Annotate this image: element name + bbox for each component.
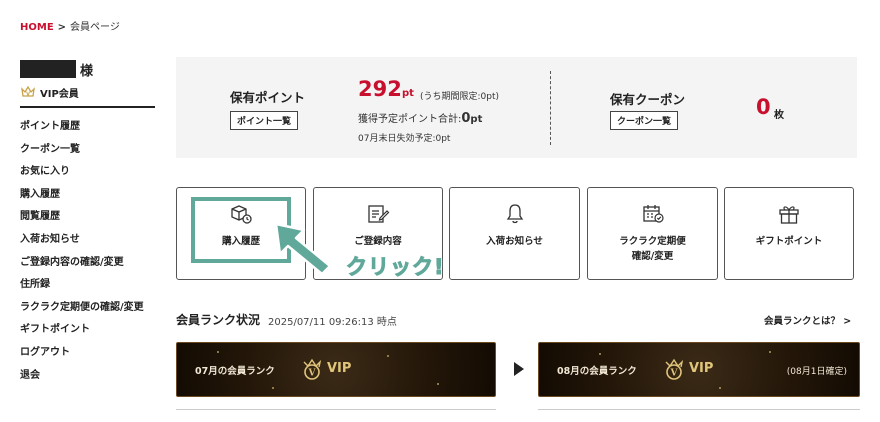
- edit-document-icon: [368, 205, 390, 223]
- vip-crest-icon: V: [665, 358, 684, 380]
- current-rank-value: VIP: [327, 361, 352, 376]
- sidebar-item-withdraw[interactable]: 退会: [20, 367, 144, 390]
- expiring-points: 07月末日失効予定:0pt: [358, 134, 451, 144]
- points-value: 292: [358, 77, 402, 101]
- coupon-list-button[interactable]: クーポン一覧: [610, 111, 679, 130]
- gift-icon: [779, 206, 799, 224]
- sidebar-item-point-history[interactable]: ポイント履歴: [20, 118, 144, 141]
- redacted-username: [20, 60, 76, 78]
- tile-subscription-label: ラクラク定期便 確認/変更: [619, 234, 686, 264]
- rank-next-arrow-icon: [514, 362, 524, 376]
- rank-divider-left: [176, 409, 496, 410]
- tile-restock-notice-label: 入荷お知らせ: [486, 236, 543, 247]
- sparkle: [599, 353, 601, 355]
- sidebar-item-address-book[interactable]: 住所録: [20, 276, 144, 299]
- point-list-button[interactable]: ポイント一覧: [230, 111, 299, 130]
- next-rank-value: VIP: [689, 361, 714, 376]
- sidebar-item-restock-notice[interactable]: 入荷お知らせ: [20, 231, 144, 254]
- bell-icon: [506, 204, 523, 224]
- breadcrumb-current: 会員ページ: [70, 22, 120, 33]
- points-label: 保有ポイント: [230, 90, 306, 105]
- tile-subscription-label-line2: 確認/変更: [631, 251, 674, 262]
- rank-timestamp: 2025/07/11 09:26:13 時点: [268, 317, 397, 328]
- tile-gift-points[interactable]: ギフトポイント: [724, 187, 854, 280]
- vip-crown-icon: V: [21, 85, 35, 98]
- scheduled-points-label: 獲得予定ポイント合計:: [358, 114, 462, 125]
- sidebar-menu: ポイント履歴 クーポン一覧 お気に入り 購入履歴 閲覧履歴 入荷お知らせ ご登録…: [20, 118, 144, 389]
- sidebar-item-logout[interactable]: ログアウト: [20, 344, 144, 367]
- panel-divider: [550, 71, 551, 145]
- sidebar-item-favorites[interactable]: お気に入り: [20, 163, 144, 186]
- sparkle: [272, 387, 274, 389]
- tile-gift-points-label: ギフトポイント: [755, 236, 823, 247]
- sparkle: [769, 351, 771, 353]
- vip-rank-badge: V VIP会員: [20, 84, 79, 100]
- breadcrumb-home-link[interactable]: HOME: [20, 22, 54, 33]
- tile-registration-label: ご登録内容: [354, 236, 402, 247]
- scheduled-points-unit: pt: [470, 114, 483, 125]
- points-limited-note: (うち期間限定:0pt): [420, 92, 500, 102]
- coupons-label: 保有クーポン: [610, 92, 686, 107]
- scheduled-points: 獲得予定ポイント合計:0pt: [358, 110, 482, 126]
- sidebar-item-purchase-history[interactable]: 購入履歴: [20, 186, 144, 209]
- sidebar-item-browsing-history[interactable]: 閲覧履歴: [20, 208, 144, 231]
- coupons-unit: 枚: [774, 110, 784, 121]
- breadcrumb-separator: >: [57, 22, 67, 33]
- sidebar-item-registration-info[interactable]: ご登録内容の確認/変更: [20, 254, 144, 277]
- rank-section-title: 会員ランク状況: [176, 313, 261, 327]
- current-rank-card: 07月の会員ランク V VIP: [176, 342, 496, 397]
- pointer-arrow-icon: [274, 222, 332, 276]
- sidebar-item-subscription[interactable]: ラクラク定期便の確認/変更: [20, 299, 144, 322]
- svg-text:V: V: [308, 369, 317, 379]
- rank-info-link[interactable]: 会員ランクとは？ >: [764, 313, 851, 327]
- breadcrumb: HOME > 会員ページ: [20, 18, 120, 33]
- sparkle: [437, 383, 439, 385]
- sparkle: [719, 387, 721, 389]
- points-unit: pt: [402, 88, 414, 99]
- svg-text:V: V: [670, 369, 679, 379]
- next-rank-month-label: 08月の会員ランク: [557, 366, 637, 377]
- click-annotation-text: クリック!: [346, 255, 445, 280]
- sidebar-item-coupon-list[interactable]: クーポン一覧: [20, 141, 144, 164]
- rank-divider-right: [538, 409, 860, 410]
- points-coupon-panel: 保有ポイント ポイント一覧 292 pt (うち期間限定:0pt) 獲得予定ポイ…: [176, 57, 857, 158]
- next-rank-confirm-note: (08月1日確定): [786, 367, 847, 377]
- calendar-check-icon: [642, 205, 664, 223]
- vip-crest-icon: V: [303, 358, 322, 380]
- sidebar-item-gift-points[interactable]: ギフトポイント: [20, 321, 144, 344]
- sparkle: [217, 351, 219, 353]
- sparkle: [387, 355, 389, 357]
- coupons-value: 0: [756, 95, 771, 119]
- vip-rank-label: VIP会員: [40, 88, 79, 100]
- svg-text:V: V: [26, 92, 30, 98]
- honorific: 様: [80, 64, 94, 79]
- tile-subscription-label-line1: ラクラク定期便: [619, 236, 686, 247]
- sidebar-divider: [20, 106, 155, 108]
- next-rank-card: 08月の会員ランク V VIP (08月1日確定): [538, 342, 860, 397]
- current-rank-month-label: 07月の会員ランク: [195, 366, 275, 377]
- tile-restock-notice[interactable]: 入荷お知らせ: [449, 187, 580, 280]
- tile-subscription[interactable]: ラクラク定期便 確認/変更: [587, 187, 718, 280]
